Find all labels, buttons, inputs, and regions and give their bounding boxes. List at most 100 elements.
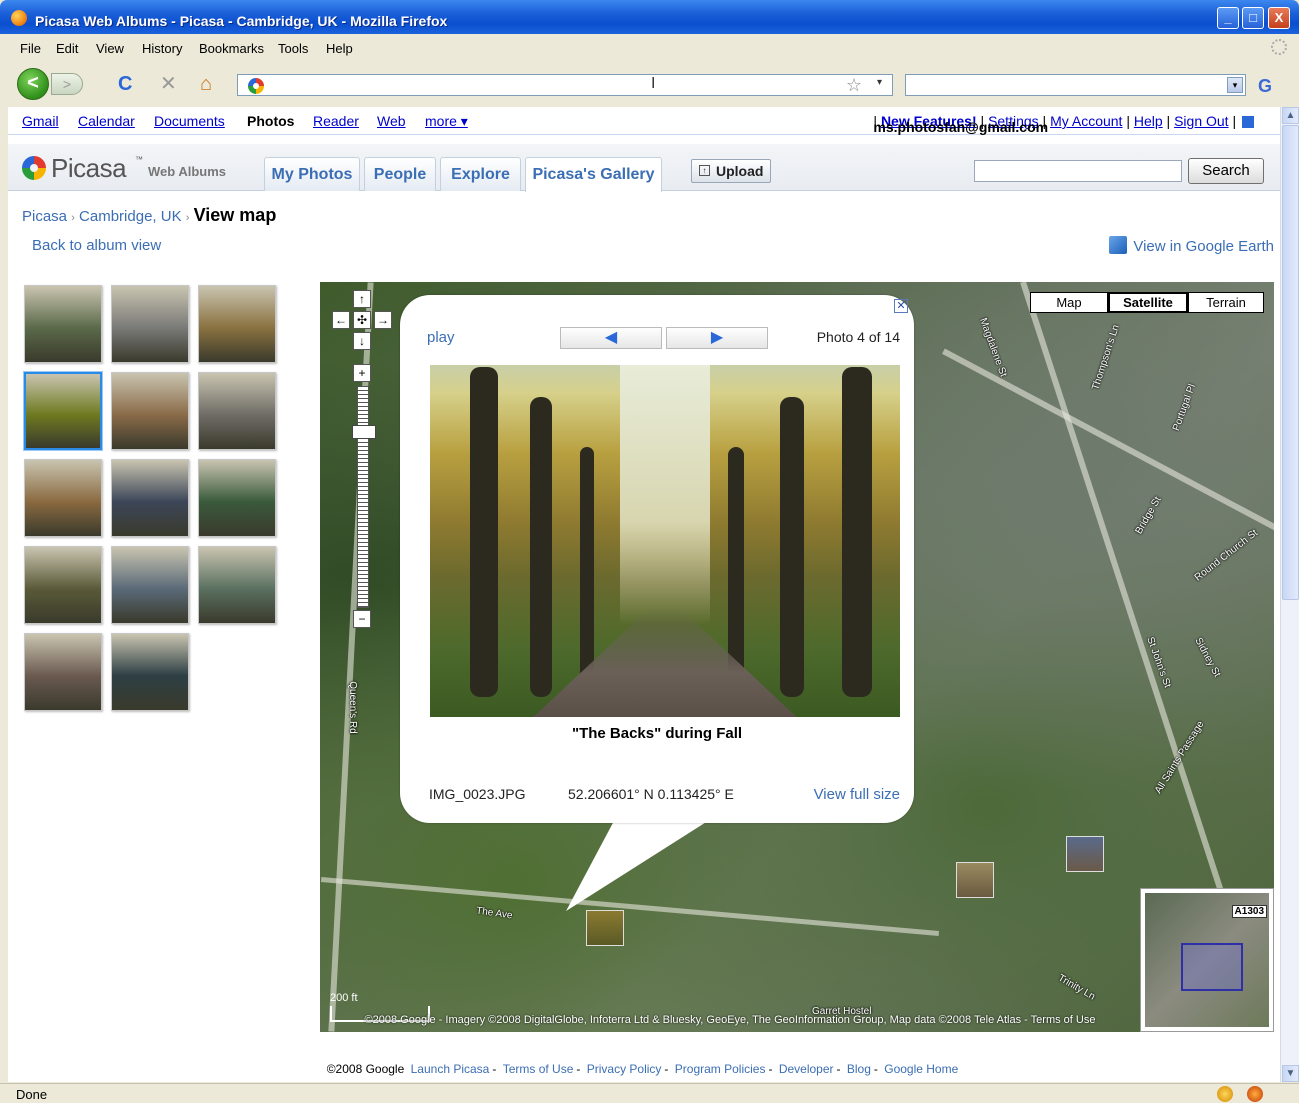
map-type-terrain-button[interactable]: Terrain bbox=[1188, 292, 1264, 313]
footer-blog-link[interactable]: Blog bbox=[847, 1062, 871, 1076]
footer-privacy-link[interactable]: Privacy Policy bbox=[587, 1062, 662, 1076]
home-button[interactable]: ⌂ bbox=[200, 74, 212, 94]
photo-preview[interactable] bbox=[430, 365, 900, 717]
browser-search-input[interactable]: ▾ bbox=[905, 74, 1246, 96]
save-icon[interactable] bbox=[1242, 116, 1254, 129]
site-favicon-icon bbox=[248, 78, 264, 94]
menu-edit[interactable]: Edit bbox=[56, 41, 78, 56]
close-infowindow-icon[interactable]: ✕ bbox=[894, 299, 908, 313]
gbar-reader-link[interactable]: Reader bbox=[313, 113, 359, 129]
tab-explore[interactable]: Explore bbox=[440, 157, 521, 191]
photo-thumbnail[interactable] bbox=[198, 546, 276, 624]
menu-bookmarks[interactable]: Bookmarks bbox=[199, 41, 264, 56]
tab-picasas-gallery[interactable]: Picasa's Gallery bbox=[525, 157, 662, 192]
photo-thumbnail[interactable] bbox=[111, 285, 189, 363]
reload-button[interactable]: C bbox=[118, 74, 132, 94]
map-photo-marker[interactable] bbox=[956, 862, 994, 898]
breadcrumb-album-link[interactable]: Cambridge, UK bbox=[79, 208, 182, 225]
scroll-down-icon[interactable]: ▼ bbox=[1282, 1065, 1299, 1082]
map-type-satellite-button[interactable]: Satellite bbox=[1108, 292, 1188, 313]
tree-trunk bbox=[580, 447, 594, 697]
footer-developer-link[interactable]: Developer bbox=[779, 1062, 834, 1076]
previous-photo-button[interactable]: ◀ bbox=[560, 327, 662, 349]
picasa-logo-icon[interactable] bbox=[22, 156, 46, 180]
scroll-up-icon[interactable]: ▲ bbox=[1282, 107, 1299, 124]
close-window-button[interactable]: X bbox=[1268, 7, 1290, 29]
photo-thumbnail[interactable] bbox=[24, 459, 102, 537]
pan-left-button[interactable]: ← bbox=[332, 311, 350, 329]
addon-status-icon[interactable] bbox=[1217, 1086, 1233, 1102]
window-title: Picasa Web Albums - Picasa - Cambridge, … bbox=[35, 13, 448, 29]
photo-thumbnail[interactable] bbox=[111, 546, 189, 624]
photo-thumbnail[interactable] bbox=[198, 459, 276, 537]
maximize-button[interactable]: □ bbox=[1242, 7, 1264, 29]
bookmark-star-icon[interactable]: ☆ bbox=[846, 75, 862, 96]
map-type-map-button[interactable]: Map bbox=[1030, 292, 1108, 313]
firefox-status-icon[interactable] bbox=[1247, 1086, 1263, 1102]
gbar-documents-link[interactable]: Documents bbox=[154, 113, 225, 129]
map-overview[interactable]: A1303 bbox=[1140, 888, 1274, 1032]
photo-thumbnail[interactable] bbox=[111, 372, 189, 450]
play-slideshow-link[interactable]: play bbox=[427, 329, 455, 346]
tab-my-photos[interactable]: My Photos bbox=[264, 157, 360, 191]
vertical-scrollbar[interactable]: ▲ ▼ bbox=[1280, 107, 1299, 1082]
menu-view[interactable]: View bbox=[96, 41, 124, 56]
minimize-button[interactable]: _ bbox=[1217, 7, 1239, 29]
upload-button[interactable]: ↑ Upload bbox=[691, 159, 771, 183]
zoom-slider-track[interactable] bbox=[357, 386, 369, 608]
map-photo-marker[interactable] bbox=[586, 910, 624, 946]
overview-map: A1303 bbox=[1145, 893, 1269, 1027]
gbar-calendar-link[interactable]: Calendar bbox=[78, 113, 135, 129]
gbar-web-link[interactable]: Web bbox=[377, 113, 406, 129]
picasa-brand[interactable]: Picasa bbox=[51, 153, 127, 184]
navigation-toolbar: < > C ✕ ⌂ I ☆ ▾ ▾ G bbox=[8, 66, 1291, 104]
tab-people[interactable]: People bbox=[364, 157, 436, 191]
picasa-search-input[interactable] bbox=[974, 160, 1182, 182]
photo-thumbnail[interactable] bbox=[111, 633, 189, 711]
overview-viewport-box[interactable] bbox=[1181, 943, 1243, 991]
back-to-album-link[interactable]: Back to album view bbox=[32, 237, 161, 254]
photo-thumbnail[interactable] bbox=[111, 459, 189, 537]
next-photo-button[interactable]: ▶ bbox=[666, 327, 768, 349]
sign-out-link[interactable]: Sign Out bbox=[1174, 113, 1228, 129]
menu-tools[interactable]: Tools bbox=[278, 41, 308, 56]
help-link[interactable]: Help bbox=[1134, 113, 1163, 129]
menu-file[interactable]: File bbox=[20, 41, 41, 56]
menu-help[interactable]: Help bbox=[326, 41, 353, 56]
view-full-size-link[interactable]: View full size bbox=[814, 786, 900, 803]
pan-up-button[interactable]: ↑ bbox=[353, 290, 371, 308]
pan-right-button[interactable]: → bbox=[374, 311, 392, 329]
my-account-link[interactable]: My Account bbox=[1050, 113, 1122, 129]
stop-button[interactable]: ✕ bbox=[160, 74, 177, 94]
photo-thumbnail[interactable] bbox=[198, 372, 276, 450]
photo-thumbnail[interactable] bbox=[24, 372, 102, 450]
zoom-in-button[interactable]: + bbox=[353, 364, 371, 382]
photo-thumbnail[interactable] bbox=[24, 285, 102, 363]
back-button[interactable]: < bbox=[17, 68, 49, 100]
gbar-more-link[interactable]: more ▾ bbox=[425, 113, 468, 130]
forward-button[interactable]: > bbox=[51, 73, 83, 95]
pan-down-button[interactable]: ↓ bbox=[353, 332, 371, 350]
footer-program-policies-link[interactable]: Program Policies bbox=[675, 1062, 766, 1076]
pan-center-button[interactable]: ✣ bbox=[353, 311, 371, 329]
url-dropdown-icon[interactable]: ▾ bbox=[877, 77, 882, 88]
map-photo-marker[interactable] bbox=[1066, 836, 1104, 872]
footer-launch-picasa-link[interactable]: Launch Picasa bbox=[411, 1062, 490, 1076]
gbar-gmail-link[interactable]: Gmail bbox=[22, 113, 59, 129]
url-bar[interactable]: I ☆ ▾ bbox=[237, 74, 893, 96]
menu-history[interactable]: History bbox=[142, 41, 182, 56]
google-search-engine-icon[interactable]: G bbox=[1258, 76, 1272, 97]
photo-thumbnail[interactable] bbox=[24, 546, 102, 624]
breadcrumb-picasa-link[interactable]: Picasa bbox=[22, 208, 67, 225]
footer-terms-link[interactable]: Terms of Use bbox=[503, 1062, 574, 1076]
footer-google-home-link[interactable]: Google Home bbox=[884, 1062, 958, 1076]
zoom-slider-handle[interactable] bbox=[352, 425, 376, 439]
photo-thumbnail[interactable] bbox=[198, 285, 276, 363]
view-in-google-earth-link[interactable]: View in Google Earth bbox=[1109, 236, 1274, 255]
zoom-out-button[interactable]: − bbox=[353, 610, 371, 628]
scrollbar-thumb[interactable] bbox=[1282, 125, 1299, 600]
picasa-search-button[interactable]: Search bbox=[1188, 158, 1264, 184]
photo-thumbnail[interactable] bbox=[24, 633, 102, 711]
photo-counter: Photo 4 of 14 bbox=[816, 329, 900, 345]
search-dropdown-icon[interactable]: ▾ bbox=[1227, 77, 1243, 93]
